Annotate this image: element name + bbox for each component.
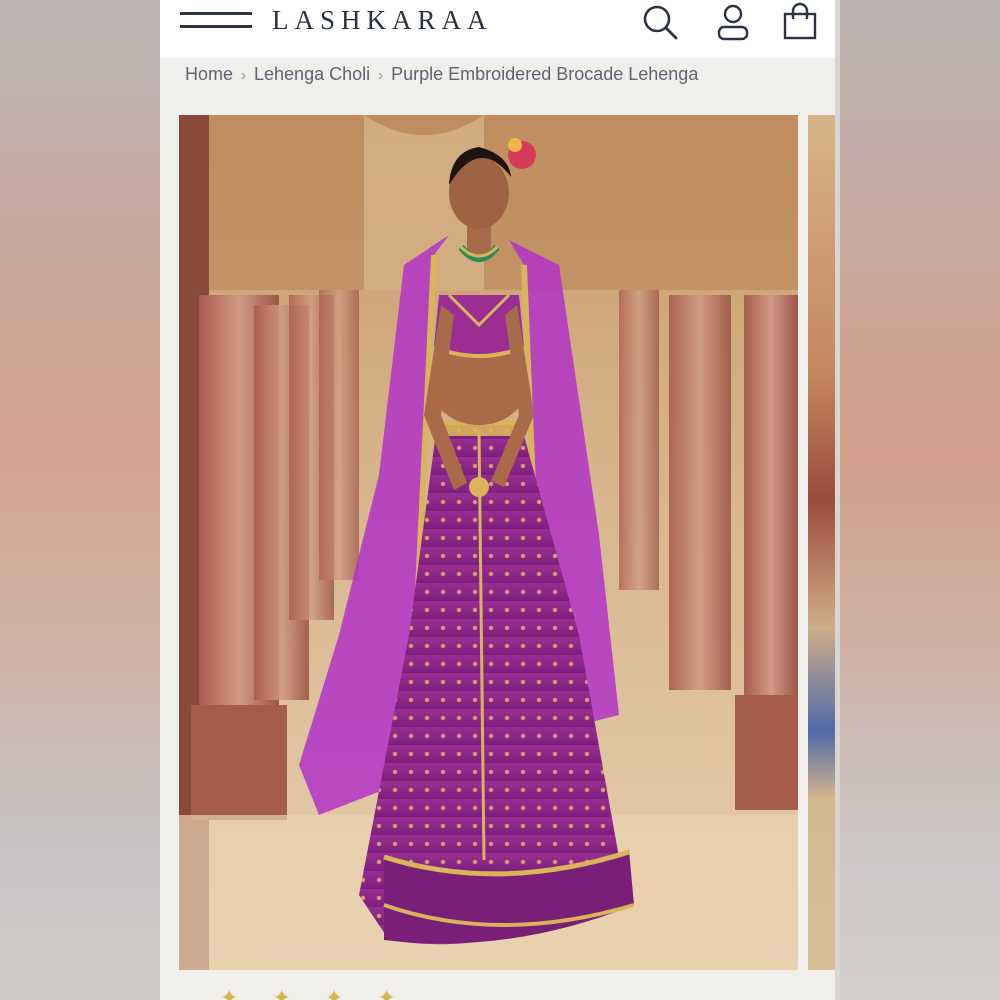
breadcrumb: Home › Lehenga Choli › Purple Embroidered Br… [185, 64, 698, 85]
mobile-page: LASHKARAA Home › Lehenga Choli › Purple Embr… [160, 0, 840, 1000]
product-image[interactable] [179, 115, 798, 970]
breadcrumb-current: Purple Embroidered Brocade Lehenga [391, 64, 699, 84]
chevron-right-icon: › [378, 67, 384, 84]
breadcrumb-home[interactable]: Home [185, 64, 233, 84]
backdrop-right [840, 0, 1000, 1000]
search-icon[interactable] [640, 2, 680, 42]
product-photo-illustration [179, 115, 798, 970]
account-icon[interactable] [713, 2, 753, 42]
star-icon: ✦ [220, 985, 239, 1000]
site-header: LASHKARAA [160, 0, 835, 58]
star-icon: ✦ [324, 985, 344, 1000]
breadcrumb-category[interactable]: Lehenga Choli [254, 64, 370, 84]
shopping-bag-icon[interactable] [780, 2, 820, 42]
brand-logo[interactable]: LASHKARAA [272, 5, 493, 36]
chevron-right-icon: › [241, 67, 247, 84]
hamburger-menu-icon[interactable] [180, 12, 252, 34]
rating-stars: ✦ ✦ ✦ ✦ [220, 985, 430, 1000]
star-icon: ✦ [377, 985, 396, 1000]
backdrop-left [0, 0, 160, 1000]
scrollbar[interactable] [835, 0, 840, 1000]
star-icon: ✦ [272, 985, 291, 1000]
